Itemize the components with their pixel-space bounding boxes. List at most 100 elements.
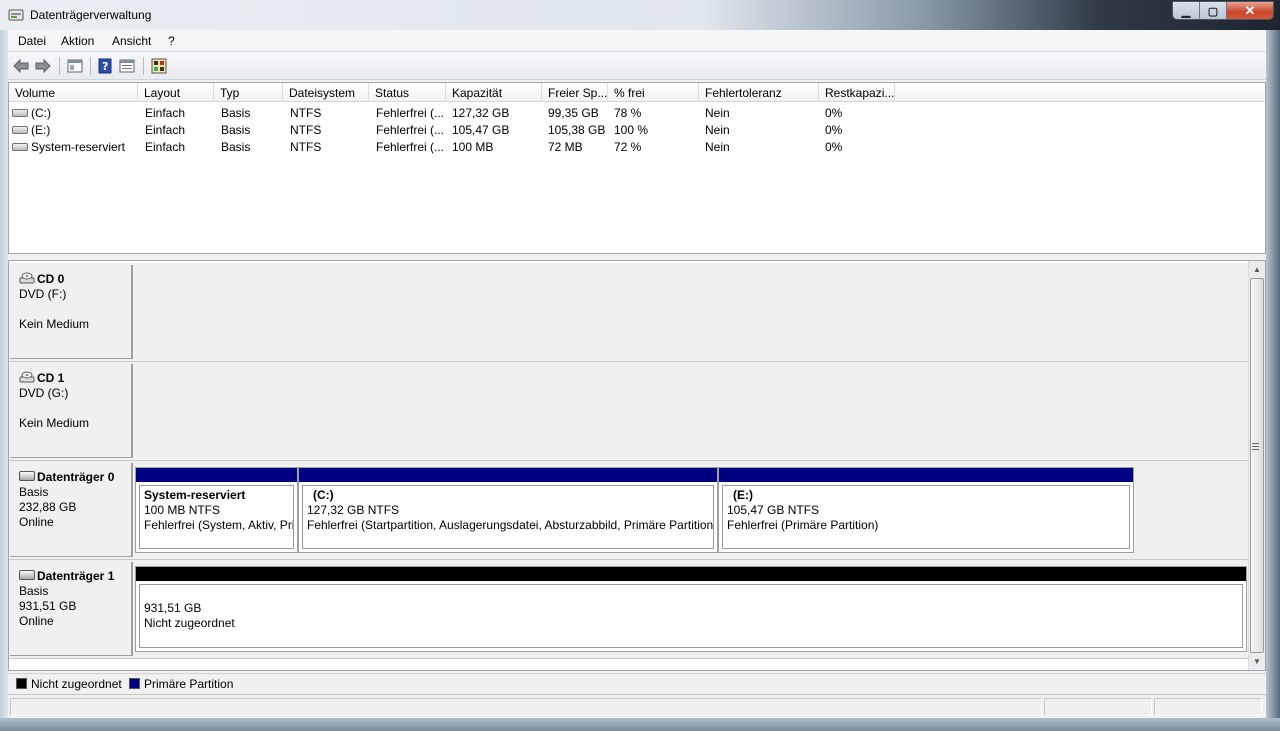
disk-label-disk0[interactable]: Datenträger 0 Basis 232,88 GB Online bbox=[10, 463, 133, 557]
maximize-button[interactable]: ▢ bbox=[1200, 2, 1227, 19]
help-button[interactable]: ? bbox=[96, 57, 114, 75]
status-cell: Fehlerfrei (... bbox=[376, 106, 444, 120]
properties-icon bbox=[119, 59, 135, 73]
column-header-status[interactable]: Status bbox=[369, 83, 446, 102]
layout-cell: Einfach bbox=[145, 140, 186, 154]
drive-icon bbox=[12, 142, 28, 151]
disk-pane-scrollbar[interactable]: ▲ ▼ bbox=[1248, 261, 1265, 670]
disk-row-cd1[interactable]: CD 1 DVD (G:) Kein Medium bbox=[9, 362, 1249, 461]
arrow-up-icon: ▲ bbox=[1253, 265, 1261, 274]
partition-name: System-reserviert bbox=[144, 488, 246, 502]
disk-management-app-icon bbox=[8, 9, 24, 21]
partition-unallocated[interactable]: 931,51 GB Nicht zugeordnet bbox=[135, 566, 1247, 652]
settings-button[interactable] bbox=[150, 57, 168, 75]
partition-body: (E:) 105,47 GB NTFS Fehlerfrei (Primäre … bbox=[722, 485, 1130, 549]
menu-aktion[interactable]: Aktion bbox=[61, 34, 94, 48]
legend: Nicht zugeordnet Primäre Partition bbox=[8, 673, 1266, 693]
column-header-fault-tolerance[interactable]: Fehlertoleranz bbox=[699, 83, 819, 102]
layout-cell: Einfach bbox=[145, 123, 186, 137]
partition-status: Fehlerfrei (Startpartition, Auslagerungs… bbox=[307, 518, 714, 532]
scroll-up-button[interactable]: ▲ bbox=[1249, 261, 1265, 278]
type-cell: Basis bbox=[221, 123, 251, 137]
disk-row-cd0[interactable]: CD 0 DVD (F:) Kein Medium bbox=[9, 263, 1249, 362]
window-right-border bbox=[1266, 30, 1280, 731]
column-header-type[interactable]: Typ bbox=[214, 83, 283, 102]
back-arrow-icon bbox=[13, 59, 29, 73]
menu-ansicht[interactable]: Ansicht bbox=[112, 34, 151, 48]
column-header-percent-free[interactable]: % frei bbox=[608, 83, 699, 102]
disk-status: Online bbox=[19, 614, 54, 628]
disk-map-pane: CD 0 DVD (F:) Kein Medium CD 1 DVD (G:) … bbox=[8, 260, 1266, 671]
partition-name: (E:) bbox=[733, 488, 753, 502]
console-tree-button[interactable] bbox=[66, 57, 84, 75]
partition-system-reserved[interactable]: System-reserviert 100 MB NTFS Fehlerfrei… bbox=[135, 467, 298, 553]
partition-size: 127,32 GB NTFS bbox=[307, 503, 400, 517]
scroll-down-button[interactable]: ▼ bbox=[1249, 653, 1265, 670]
disk-label-cd1[interactable]: CD 1 DVD (G:) Kein Medium bbox=[10, 364, 133, 458]
properties-button[interactable] bbox=[118, 57, 136, 75]
partition-size: 100 MB NTFS bbox=[144, 503, 221, 517]
volume-list-header: Volume Layout Typ Dateisystem Status Kap… bbox=[9, 83, 1265, 102]
disk-status: Online bbox=[19, 515, 54, 529]
menu-datei[interactable]: Datei bbox=[18, 34, 46, 48]
column-header-volume[interactable]: Volume bbox=[9, 83, 138, 102]
partition-e[interactable]: (E:) 105,47 GB NTFS Fehlerfrei (Primäre … bbox=[718, 467, 1134, 553]
table-row[interactable]: System-reserviert Einfach Basis NTFS Feh… bbox=[9, 138, 1265, 155]
volume-list: Volume Layout Typ Dateisystem Status Kap… bbox=[8, 82, 1266, 254]
filesystem-cell: NTFS bbox=[290, 140, 322, 154]
disk-row-disk1[interactable]: Datenträger 1 Basis 931,51 GB Online 931… bbox=[9, 560, 1249, 659]
column-header-overhead[interactable]: Restkapazi... bbox=[819, 83, 895, 102]
disk-label-disk1[interactable]: Datenträger 1 Basis 931,51 GB Online bbox=[10, 562, 133, 656]
legend-label-unallocated: Nicht zugeordnet bbox=[31, 677, 122, 691]
disk-name: Datenträger 0 bbox=[37, 470, 115, 484]
disk-size: 931,51 GB bbox=[19, 599, 77, 613]
column-header-layout[interactable]: Layout bbox=[138, 83, 214, 102]
percent-free-cell: 78 % bbox=[614, 106, 642, 120]
fault-tolerance-cell: Nein bbox=[705, 106, 730, 120]
partition-status: Fehlerfrei (Primäre Partition) bbox=[727, 518, 879, 532]
volume-cell: (C:) bbox=[12, 106, 51, 120]
help-icon: ? bbox=[98, 58, 112, 74]
partition-c[interactable]: (C:) 127,32 GB NTFS Fehlerfrei (Startpar… bbox=[298, 467, 718, 553]
disk-label-cd0[interactable]: CD 0 DVD (F:) Kein Medium bbox=[10, 265, 133, 359]
minimize-button[interactable]: ▁ bbox=[1173, 2, 1200, 19]
disk-status: Kein Medium bbox=[19, 317, 90, 331]
volume-cell: (E:) bbox=[12, 123, 50, 137]
column-header-capacity[interactable]: Kapazität bbox=[446, 83, 542, 102]
title-bar[interactable]: Datenträgerverwaltung ▁ ▢ ✕ bbox=[0, 0, 1280, 30]
toolbar-separator bbox=[143, 57, 144, 75]
close-button[interactable]: ✕ bbox=[1227, 2, 1273, 19]
status-bar-pane bbox=[1044, 698, 1152, 716]
disk-status: Kein Medium bbox=[19, 416, 90, 430]
drive-icon bbox=[12, 125, 28, 134]
volume-name: System-reserviert bbox=[31, 140, 126, 154]
disk-row-disk0[interactable]: Datenträger 0 Basis 232,88 GB Online Sys… bbox=[9, 461, 1249, 560]
menu-help[interactable]: ? bbox=[168, 34, 175, 48]
disk-area-disk0: System-reserviert 100 MB NTFS Fehlerfrei… bbox=[135, 461, 1249, 559]
partition-status: Fehlerfrei (System, Aktiv, Primäre Parti… bbox=[144, 518, 294, 532]
cd-drive-icon bbox=[19, 371, 35, 383]
forward-button[interactable] bbox=[34, 57, 52, 75]
svg-text:?: ? bbox=[102, 60, 108, 73]
capacity-cell: 105,47 GB bbox=[452, 123, 510, 137]
partition-body: 931,51 GB Nicht zugeordnet bbox=[139, 584, 1243, 648]
back-button[interactable] bbox=[12, 57, 30, 75]
column-header-free-space[interactable]: Freier Sp... bbox=[542, 83, 608, 102]
capacity-cell: 127,32 GB bbox=[452, 106, 510, 120]
disk-type: Basis bbox=[19, 584, 49, 598]
disk-type: Basis bbox=[19, 485, 49, 499]
scroll-grip-icon bbox=[1252, 443, 1259, 450]
free-space-cell: 72 MB bbox=[548, 140, 583, 154]
partition-name: (C:) bbox=[313, 488, 334, 502]
maximize-icon: ▢ bbox=[1207, 5, 1219, 18]
disk-size bbox=[19, 401, 131, 416]
status-cell: Fehlerfrei (... bbox=[376, 140, 444, 154]
drive-icon bbox=[12, 108, 28, 117]
disk-size: 232,88 GB bbox=[19, 500, 77, 514]
table-row[interactable]: (C:) Einfach Basis NTFS Fehlerfrei (... … bbox=[9, 104, 1265, 121]
column-header-filesystem[interactable]: Dateisystem bbox=[283, 83, 369, 102]
hard-disk-icon bbox=[19, 569, 35, 580]
scroll-thumb[interactable] bbox=[1250, 278, 1264, 653]
table-row[interactable]: (E:) Einfach Basis NTFS Fehlerfrei (... … bbox=[9, 121, 1265, 138]
window-title: Datenträgerverwaltung bbox=[30, 8, 152, 22]
